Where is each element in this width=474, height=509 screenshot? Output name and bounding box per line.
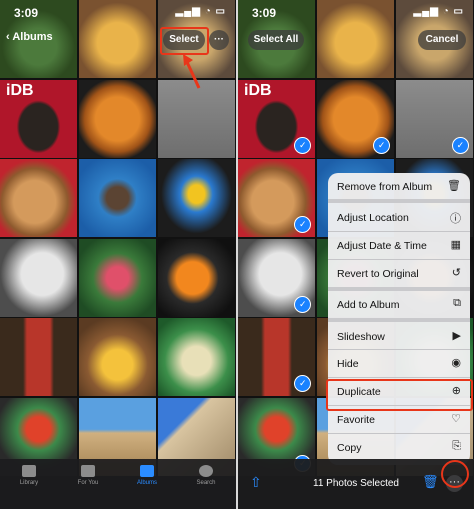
menu-item-label: Add to Album	[337, 299, 400, 311]
tab-library[interactable]: Library	[4, 465, 54, 486]
menu-item-label: Remove from Album	[337, 181, 433, 193]
photo-thumbnail[interactable]: ✓	[238, 318, 316, 396]
tab-label: Albums	[136, 480, 157, 486]
selected-check-icon: ✓	[294, 375, 312, 392]
menu-item-remove-from-album[interactable]: Remove from Album 🗑	[328, 173, 470, 203]
photo-thumbnail[interactable]	[157, 238, 235, 317]
status-bar: 3:09 ▂▄▆ ◔ ▭	[0, 6, 236, 22]
photos-select-screen: iDB ✓ ✓ ✓ ✓ ✓ ✓ ✓ 3:09 ▂▄▆ ◔ ▭	[238, 0, 474, 509]
menu-item-label: Slideshow	[337, 331, 385, 343]
menu-item-slideshow[interactable]: Slideshow ▶	[328, 323, 470, 350]
back-to-albums-button[interactable]: ‹ Albums	[6, 31, 53, 43]
selected-count: 11 Photos Selected	[313, 478, 399, 489]
status-icons: ▂▄▆ ◔ ▭	[413, 6, 464, 17]
add-to-album-icon: ⧉	[453, 297, 461, 309]
tab-label: For You	[77, 480, 99, 486]
watermark-text: iDB	[6, 81, 34, 99]
photo-thumbnail[interactable]	[78, 79, 157, 158]
photo-thumbnail[interactable]	[78, 238, 157, 317]
cancel-label: Cancel	[425, 34, 459, 45]
context-menu: Remove from Album 🗑 Adjust Location ⓘ Ad…	[328, 173, 470, 465]
photo-stack-icon	[22, 465, 36, 477]
photo-thumbnail[interactable]	[78, 159, 157, 237]
photos-album-screen: iDB 3:09 ▂▄▆ ◔ ▭ ‹ Albums Select ··· Lib…	[0, 0, 236, 509]
trash-icon: 🗑	[447, 180, 461, 192]
photo-thumbnail[interactable]	[78, 318, 157, 396]
tab-label: Search	[196, 480, 216, 486]
cancel-button[interactable]: Cancel	[418, 30, 466, 50]
select-all-label: Select All	[253, 34, 299, 45]
selected-check-icon: ✓	[294, 136, 312, 154]
tab-for-you[interactable]: For You	[63, 465, 113, 486]
menu-item-label: Favorite	[337, 414, 375, 426]
search-icon	[199, 465, 213, 477]
menu-item-adjust-date-time[interactable]: Adjust Date & Time ▦	[328, 232, 470, 260]
status-time: 3:09	[252, 6, 277, 20]
photo-thumbnail[interactable]: ✓	[316, 79, 395, 158]
tab-label: Library	[19, 480, 39, 486]
heart-icon: ♡	[451, 413, 461, 425]
menu-item-label: Revert to Original	[337, 268, 419, 280]
trash-icon[interactable]: 🗑	[422, 474, 439, 490]
more-icon: ···	[214, 34, 224, 45]
menu-item-add-to-album[interactable]: Add to Album ⧉	[328, 291, 470, 322]
menu-item-hide[interactable]: Hide ◉	[328, 350, 470, 378]
duplicate-highlight	[326, 379, 473, 411]
revert-icon: ↺	[451, 267, 461, 279]
watermark-text: iDB	[244, 81, 272, 99]
photo-thumbnail[interactable]: ✓	[395, 79, 473, 158]
menu-item-label: Adjust Date & Time	[337, 240, 427, 252]
photo-thumbnail[interactable]	[157, 318, 235, 396]
status-time: 3:09	[14, 6, 39, 20]
selected-check-icon: ✓	[451, 136, 469, 154]
play-icon: ▶	[452, 330, 461, 342]
back-label: Albums	[12, 31, 53, 43]
menu-item-adjust-location[interactable]: Adjust Location ⓘ	[328, 204, 470, 232]
more-button-highlight	[441, 460, 469, 488]
select-all-button[interactable]: Select All	[248, 30, 304, 50]
menu-item-label: Copy	[337, 442, 362, 454]
photo-thumbnail[interactable]: iDB	[0, 79, 78, 158]
menu-item-label: Hide	[337, 358, 359, 370]
info-icon: ⓘ	[450, 213, 461, 225]
copy-icon: ⎘	[452, 440, 461, 452]
status-icons: ▂▄▆ ◔ ▭	[175, 6, 226, 17]
albums-icon	[140, 465, 154, 477]
photo-thumbnail[interactable]	[0, 159, 78, 237]
selected-check-icon: ✓	[294, 295, 312, 313]
status-bar: 3:09 ▂▄▆ ◔ ▭	[238, 6, 474, 22]
menu-item-revert-to-original[interactable]: Revert to Original ↺	[328, 260, 470, 291]
tab-albums[interactable]: Albums	[122, 465, 172, 486]
tab-bar: Library For You Albums Search	[0, 459, 236, 509]
tab-search[interactable]: Search	[181, 465, 231, 486]
photo-thumbnail[interactable]	[0, 238, 78, 317]
selected-check-icon: ✓	[294, 216, 312, 233]
for-you-icon	[81, 465, 95, 477]
photo-thumbnail[interactable]: iDB ✓	[238, 79, 316, 158]
chevron-left-icon: ‹	[6, 31, 10, 43]
more-button[interactable]: ···	[209, 30, 229, 50]
menu-item-label: Adjust Location	[337, 212, 409, 224]
photo-thumbnail[interactable]	[157, 159, 235, 237]
selected-check-icon: ✓	[373, 136, 391, 154]
arrow-annotation-icon	[183, 54, 201, 89]
photo-thumbnail[interactable]: ✓	[238, 159, 316, 237]
photo-thumbnail[interactable]	[0, 318, 78, 396]
selection-toolbar: ⇧ 11 Photos Selected 🗑 ···	[238, 459, 474, 509]
eye-icon: ◉	[451, 357, 461, 369]
calendar-icon: ▦	[450, 239, 461, 251]
photo-thumbnail[interactable]: ✓	[238, 238, 316, 317]
